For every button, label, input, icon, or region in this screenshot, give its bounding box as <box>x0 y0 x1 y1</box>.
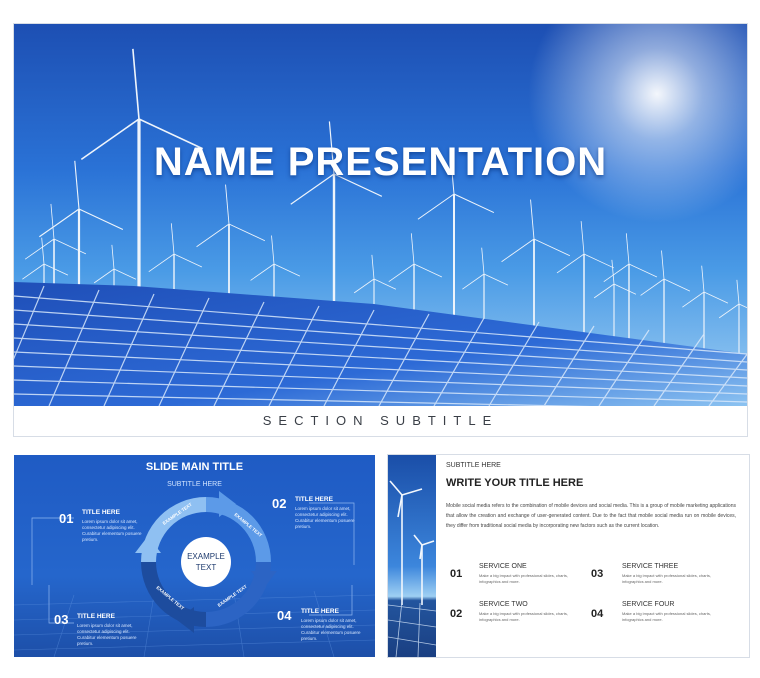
step-number: 03 <box>54 612 69 627</box>
service-body: Make a big impact with professional slid… <box>479 573 568 584</box>
slide-main-title: SLIDE MAIN TITLE <box>145 461 244 473</box>
service-body: Make a big impact with professional slid… <box>622 573 711 584</box>
turbine-blade <box>273 263 301 277</box>
step-title: TITLE HERE <box>301 608 339 615</box>
service-title: SERVICE TWO <box>479 601 528 608</box>
turbine-blade <box>373 278 397 290</box>
turbine-blade <box>580 221 585 255</box>
cycle-center-circle: EXAMPLE TEXT <box>181 537 231 587</box>
service-title: SERVICE THREE <box>622 563 679 570</box>
step-title: TITLE HERE <box>82 509 120 516</box>
turbine-blade <box>228 223 266 242</box>
turbine-blade <box>388 263 415 282</box>
turbine-blade <box>736 279 740 305</box>
turbine-blade <box>250 263 275 281</box>
turbine-blade <box>483 273 509 286</box>
turbine-blade <box>410 233 415 265</box>
step-title: TITLE HERE <box>77 613 115 620</box>
turbine-blade <box>196 223 230 248</box>
turbine-blade <box>703 291 729 304</box>
service-body: Make a big impact with professional slid… <box>479 611 568 622</box>
turbine-blade <box>481 247 485 275</box>
step-number: 04 <box>277 608 292 623</box>
service-number: 03 <box>591 568 604 580</box>
step-number: 01 <box>59 511 74 526</box>
turbine-blade <box>93 268 115 284</box>
turbine-blade <box>718 303 740 319</box>
turbine-blade <box>738 303 747 309</box>
service-number: 01 <box>450 568 463 580</box>
turbine-blade <box>53 238 87 255</box>
turbine-blade <box>701 265 705 293</box>
turbines-solar-scene <box>14 48 747 411</box>
turbine-blade <box>41 237 45 265</box>
turbine-blade <box>353 278 375 294</box>
turbine-blade <box>148 253 175 272</box>
turbine-blade <box>661 250 665 280</box>
turbine-blade <box>682 291 705 308</box>
service-title: SERVICE ONE <box>479 563 527 570</box>
turbine-blade <box>593 283 615 299</box>
step-number: 02 <box>272 496 287 511</box>
turbine-blade <box>43 263 69 276</box>
slide-paragraph: Mobile social media refers to the combin… <box>446 503 736 529</box>
turbine-blade <box>417 193 455 220</box>
turbine-blade <box>170 223 175 255</box>
turbine-blade <box>603 263 630 282</box>
step-body: Lorem ipsum dolor sit amet, consectetur … <box>77 623 137 646</box>
turbine-blade <box>50 203 55 240</box>
turbine-blade <box>111 244 115 270</box>
turbine-blade <box>613 283 637 295</box>
turbine-blade <box>501 238 535 263</box>
turbine-blade <box>583 253 615 269</box>
services-slide: SUBTITLE HERE WRITE YOUR TITLE HERE Mobi… <box>388 455 749 657</box>
main-slide: NAME PRESENTATION SECTION SUBTITLE <box>14 24 747 436</box>
turbine-blade <box>24 238 55 260</box>
turbine-blade <box>530 199 535 240</box>
turbine-blade <box>113 268 137 280</box>
turbine-blade <box>78 208 124 230</box>
turbine-blade <box>533 238 571 257</box>
turbine-blade <box>413 263 443 278</box>
turbine-blade <box>39 208 80 238</box>
step-body: Lorem ipsum dolor sit amet, consectetur … <box>295 506 355 529</box>
cycle-slide: EXAMPLE TEXT EXAMPLE TEXT EXAMPLE TEXT E… <box>14 455 375 657</box>
step-body: Lorem ipsum dolor sit amet, consectetur … <box>82 519 142 542</box>
turbine-blade <box>453 193 495 214</box>
side-photo <box>388 455 436 657</box>
turbine-blade <box>611 259 615 285</box>
service-title: SERVICE FOUR <box>622 601 675 608</box>
presentation-title: NAME PRESENTATION <box>153 140 608 184</box>
turbine-blade <box>173 253 203 268</box>
turbine-blade <box>556 253 585 274</box>
service-body: Make a big impact with professional slid… <box>622 611 711 622</box>
service-number: 04 <box>591 608 604 620</box>
slide-title: WRITE YOUR TITLE HERE <box>446 477 584 489</box>
turbine-blade <box>225 184 230 225</box>
turbine-blade <box>628 263 658 278</box>
center-text-line1: EXAMPLE <box>187 552 225 561</box>
turbine-blade <box>625 233 630 265</box>
section-subtitle-band: SECTION SUBTITLE <box>14 406 747 436</box>
center-text-line2: TEXT <box>195 563 217 572</box>
turbine-blade <box>132 48 140 120</box>
turbine-blade <box>640 278 665 296</box>
turbine-blade <box>371 254 375 280</box>
turbine-blade <box>22 263 45 280</box>
slide-subtitle: SUBTITLE HERE <box>446 462 501 469</box>
turbine-blade <box>663 278 691 292</box>
turbine-blade <box>462 273 485 290</box>
section-subtitle: SECTION SUBTITLE <box>262 413 499 428</box>
step-title: TITLE HERE <box>295 496 333 503</box>
step-body: Lorem ipsum dolor sit amet, consectetur … <box>301 618 361 641</box>
slide-subtitle: SUBTITLE HERE <box>167 481 222 488</box>
turbine-blade <box>271 235 275 265</box>
service-number: 02 <box>450 608 463 620</box>
